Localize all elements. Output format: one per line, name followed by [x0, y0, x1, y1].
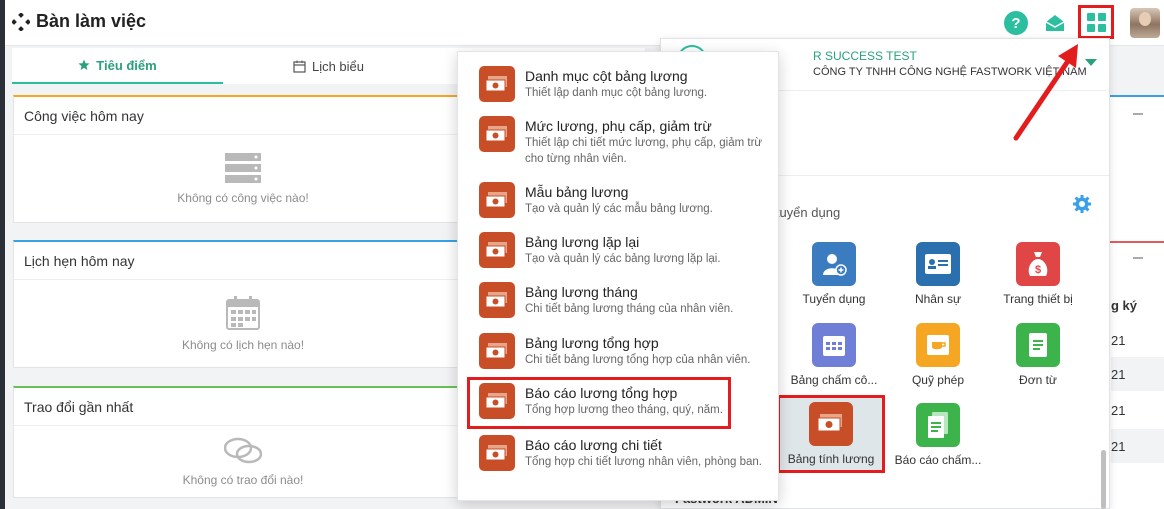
card-title: Trao đổi gần nhất	[14, 388, 472, 426]
module-timesheet[interactable]: Bảng chấm cô...	[791, 323, 877, 387]
money-icon	[479, 435, 515, 471]
table-cell: 21	[1111, 332, 1126, 348]
document-icon	[1016, 323, 1060, 367]
menu-item-title: Bảng lương tổng hợp	[525, 335, 659, 351]
money-icon	[479, 333, 515, 369]
menu-item-desc: Tạo và quản lý các bảng lương lặp lại.	[525, 253, 721, 265]
background-table-column: g ký 21 21 21 21	[1108, 95, 1164, 509]
menu-item-title: Danh mục cột bảng lương	[525, 68, 688, 84]
coffee-icon	[916, 323, 960, 367]
money-icon	[479, 282, 515, 318]
gear-icon[interactable]	[1072, 194, 1092, 214]
card-title: Lịch hẹn hôm nay	[14, 242, 472, 280]
menu-item-desc: Thiết lập chi tiết mức lương, phụ cấp, g…	[525, 137, 763, 165]
apps-grid-button[interactable]	[1078, 5, 1114, 39]
table-cell: 21	[1111, 429, 1164, 463]
menu-item-desc: Chi tiết bảng lương tháng của nhân viên.	[525, 303, 734, 315]
collapse-icon[interactable]	[1133, 257, 1143, 259]
module-requests[interactable]: Đơn từ	[995, 323, 1081, 387]
empty-text: Không có trao đổi nào!	[182, 473, 304, 487]
empty-text: Không có lịch hẹn nào!	[181, 338, 305, 352]
tab-schedule[interactable]: Lịch biểu	[223, 48, 434, 84]
card-accent-line	[1109, 241, 1164, 243]
module-label: Bảng chấm cô...	[790, 373, 878, 387]
menu-item-payroll-templates[interactable]: Mẫu bảng lương Tạo và quản lý các mẫu bản…	[458, 182, 778, 218]
scrollbar[interactable]	[1101, 450, 1106, 509]
menu-item-detail-report[interactable]: Báo cáo lương chi tiết Tổng hợp chi tiết …	[458, 435, 778, 471]
annotation-arrow-icon	[1013, 44, 1078, 141]
menu-item-title: Bảng lương lặp lại	[525, 234, 640, 250]
money-icon	[479, 66, 515, 102]
menu-item-title: Bảng lương tháng	[525, 284, 638, 300]
money-icon	[479, 232, 515, 268]
mail-open-icon[interactable]	[1043, 11, 1067, 35]
money-bag-icon: $	[1016, 242, 1060, 286]
empty-state: Không có trao đổi nào!	[14, 426, 472, 498]
left-edge-strip	[0, 0, 5, 509]
tab-focus-label: Tiêu điểm	[96, 57, 157, 73]
module-label: Quỹ phép	[911, 373, 965, 387]
table-header: g ký	[1111, 298, 1138, 313]
empty-state: Không có công việc nào!	[14, 135, 472, 223]
table-cell: 21	[1111, 357, 1164, 391]
card-accent-line	[1109, 95, 1164, 97]
menu-item-summary-payroll[interactable]: Bảng lương tổng hợp Chi tiết bảng lương t…	[458, 333, 778, 369]
app-title-text: Bàn làm việc	[36, 11, 147, 31]
menu-item-recurring-payroll[interactable]: Bảng lương lặp lại Tạo và quản lý các bản…	[458, 232, 778, 268]
recent-discussions-card: Trao đổi gần nhất Không có trao đổi nào!	[13, 386, 473, 498]
module-hr[interactable]: Nhân sự	[895, 242, 981, 306]
help-icon[interactable]: ?	[1004, 11, 1028, 35]
star-icon	[78, 59, 90, 70]
table-cell: 21	[1111, 402, 1126, 418]
module-label: Tuyển dụng	[802, 292, 866, 306]
empty-state: Không có lịch hẹn nào!	[14, 280, 472, 368]
money-icon	[479, 116, 515, 152]
menu-item-title: Báo cáo lương chi tiết	[525, 437, 662, 453]
module-leave[interactable]: Quỹ phép	[895, 323, 981, 387]
calendar-grid-icon	[226, 296, 260, 330]
chat-bubbles-icon	[224, 437, 262, 464]
tenant-name: R SUCCESS TEST	[813, 49, 917, 63]
server-icon	[225, 153, 261, 183]
apps-grid-icon	[1086, 12, 1106, 32]
svg-text:$: $	[1035, 264, 1041, 276]
menu-item-desc: Tổng hợp chi tiết lương nhân viên, phòng…	[525, 456, 762, 468]
app-logo-icon	[12, 12, 30, 31]
menu-item-desc: Thiết lập danh mục cột bảng lương.	[525, 87, 708, 99]
menu-item-title: Mẫu bảng lương	[525, 184, 629, 200]
selection-highlight	[467, 377, 731, 429]
money-icon	[479, 182, 515, 218]
empty-text: Không có công việc nào!	[177, 191, 309, 205]
id-card-icon	[916, 242, 960, 286]
payroll-dropdown-menu: Danh mục cột bảng lương Thiết lập danh mụ…	[457, 51, 779, 501]
report-icon	[916, 403, 960, 447]
app-title: Bàn làm việc	[12, 11, 146, 32]
module-label: Báo cáo chấm...	[894, 453, 982, 467]
menu-item-title: Mức lương, phụ cấp, giảm trừ	[525, 118, 712, 134]
module-attendance-report[interactable]: Báo cáo chấm...	[895, 403, 981, 467]
tab-schedule-label: Lịch biểu	[311, 58, 365, 74]
module-payroll[interactable]: Bảng tính lương	[777, 395, 885, 473]
menu-item-salary-columns[interactable]: Danh mục cột bảng lương Thiết lập danh mụ…	[458, 66, 778, 102]
today-tasks-card: Công việc hôm nay Không có công việc nào…	[13, 95, 473, 223]
menu-item-desc: Tạo và quản lý các mẫu bảng lương.	[525, 203, 713, 215]
menu-item-monthly-payroll[interactable]: Bảng lương tháng Chi tiết bảng lương thán…	[458, 282, 778, 318]
module-label: Trang thiết bị	[1003, 292, 1073, 306]
module-equipment[interactable]: $ Trang thiết bị	[995, 242, 1081, 306]
collapse-icon[interactable]	[1133, 113, 1143, 115]
user-avatar[interactable]	[1130, 8, 1160, 38]
tab-focus[interactable]: Tiêu điểm	[12, 48, 223, 84]
module-label: Đơn từ	[1019, 373, 1057, 387]
module-label: Nhân sự	[914, 292, 962, 306]
today-appointments-card: Lịch hẹn hôm nay Không có lịch hẹn nào!	[13, 240, 473, 368]
card-title: Công việc hôm nay	[14, 97, 472, 135]
calendar-icon	[293, 60, 306, 73]
calendar-check-icon	[812, 323, 856, 367]
module-label: Bảng tính lương	[787, 452, 875, 466]
menu-item-salary-allowances[interactable]: Mức lương, phụ cấp, giảm trừ Thiết lập ch…	[458, 116, 778, 167]
recruit-icon	[812, 242, 856, 286]
money-icon	[809, 402, 853, 446]
module-recruitment[interactable]: Tuyển dụng	[791, 242, 877, 306]
menu-item-desc: Chi tiết bảng lương tổng hợp của nhân vi…	[525, 354, 751, 366]
